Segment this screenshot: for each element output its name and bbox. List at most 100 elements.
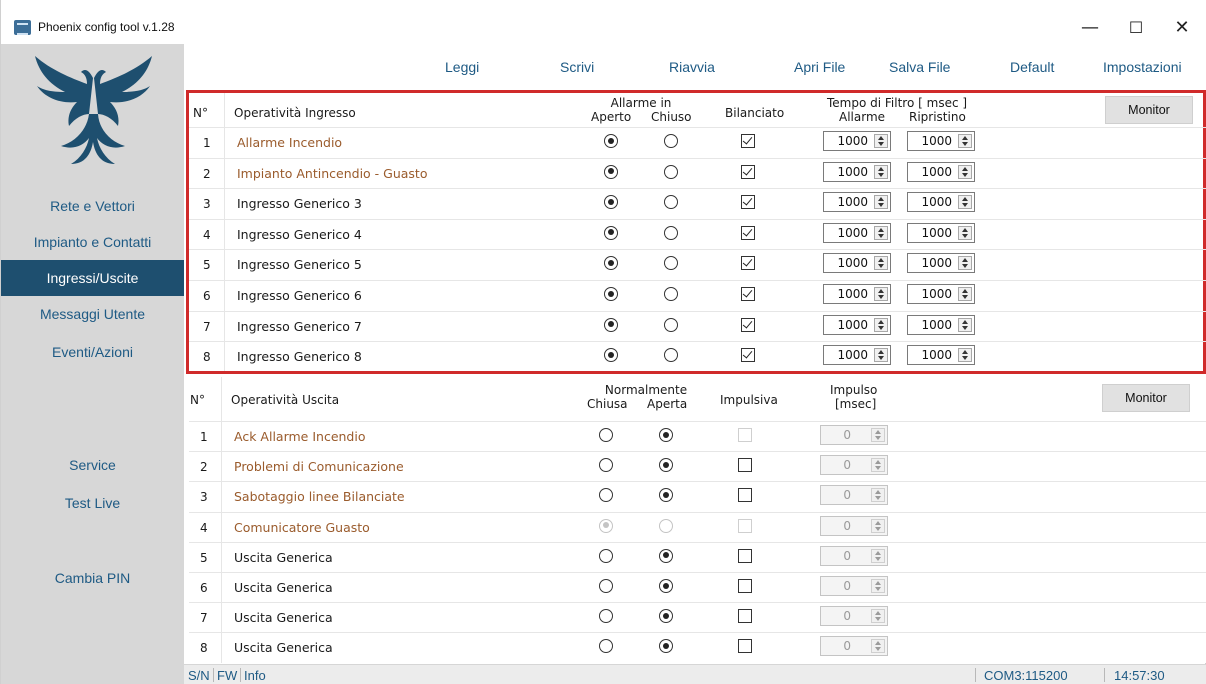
spinner-arrows-icon[interactable]: [874, 256, 888, 271]
filter-alarm-spinner[interactable]: 1000: [823, 131, 891, 151]
filter-restore-spinner[interactable]: 1000: [907, 253, 975, 274]
sidebar-item-service[interactable]: Service: [1, 447, 184, 483]
normally-open-radio[interactable]: [659, 579, 673, 593]
alarm-open-radio[interactable]: [604, 164, 618, 179]
balanced-checkbox[interactable]: [741, 164, 755, 179]
impulsive-checkbox[interactable]: [738, 609, 752, 624]
impulsive-checkbox[interactable]: [738, 488, 752, 503]
menu-apri-file[interactable]: Apri File: [794, 59, 845, 75]
normally-closed-radio[interactable]: [599, 548, 613, 563]
spinner-arrows-icon[interactable]: [958, 348, 972, 363]
sidebar-item-eventi-azioni[interactable]: Eventi/Azioni: [1, 334, 184, 370]
outputs-header-impulsiva: Impulsiva: [720, 393, 778, 407]
alarm-closed-radio[interactable]: [664, 225, 678, 240]
spinner-arrows-icon[interactable]: [958, 134, 972, 148]
filter-restore-spinner[interactable]: 1000: [907, 284, 975, 304]
menu-salva-file[interactable]: Salva File: [889, 59, 950, 75]
normally-closed-radio[interactable]: [599, 579, 613, 593]
balanced-checkbox[interactable]: [741, 225, 755, 240]
normally-open-radio[interactable]: [659, 428, 673, 442]
spinner-arrows-icon[interactable]: [958, 256, 972, 271]
impulsive-checkbox[interactable]: [738, 579, 752, 593]
alarm-closed-radio[interactable]: [664, 256, 678, 271]
sidebar-item-rete-vettori[interactable]: Rete e Vettori: [1, 188, 184, 224]
menu-riavvia[interactable]: Riavvia: [669, 59, 715, 75]
filter-restore-spinner[interactable]: 1000: [907, 192, 975, 213]
filter-alarm-spinner[interactable]: 1000: [823, 161, 891, 182]
alarm-closed-radio[interactable]: [664, 164, 678, 179]
alarm-closed-radio[interactable]: [664, 317, 678, 332]
alarm-open-radio[interactable]: [604, 317, 618, 332]
balanced-checkbox[interactable]: [741, 317, 755, 332]
input-row-label: Allarme Incendio: [237, 135, 343, 150]
normally-open-radio[interactable]: [659, 488, 673, 503]
alarm-open-radio[interactable]: [604, 225, 618, 240]
spinner-arrows-icon[interactable]: [958, 317, 972, 332]
impulsive-checkbox[interactable]: [738, 639, 752, 654]
balanced-checkbox[interactable]: [741, 134, 755, 148]
maximize-button[interactable]: ☐: [1113, 14, 1159, 42]
spinner-arrows-icon[interactable]: [874, 225, 888, 240]
normally-closed-radio[interactable]: [599, 488, 613, 503]
filter-alarm-spinner[interactable]: 1000: [823, 314, 891, 335]
spinner-arrows-icon[interactable]: [874, 348, 888, 363]
menu-impostazioni[interactable]: Impostazioni: [1103, 59, 1182, 75]
alarm-open-radio[interactable]: [604, 256, 618, 271]
inputs-monitor-button[interactable]: Monitor: [1105, 96, 1193, 124]
sidebar-item-cambia-pin[interactable]: Cambia PIN: [1, 560, 184, 596]
spinner-arrows-icon[interactable]: [958, 164, 972, 179]
filter-alarm-spinner[interactable]: 1000: [823, 222, 891, 243]
spinner-arrows-icon[interactable]: [874, 317, 888, 332]
balanced-checkbox[interactable]: [741, 195, 755, 210]
impulsive-checkbox: [738, 428, 752, 442]
menu-default[interactable]: Default: [1010, 59, 1054, 75]
minimize-button[interactable]: —: [1067, 14, 1113, 42]
spinner-arrows-icon[interactable]: [958, 287, 972, 301]
alarm-open-radio[interactable]: [604, 348, 618, 363]
balanced-checkbox[interactable]: [741, 256, 755, 271]
alarm-closed-radio[interactable]: [664, 348, 678, 363]
spinner-arrows-icon[interactable]: [874, 195, 888, 210]
spinner-arrows-icon[interactable]: [874, 164, 888, 179]
normally-closed-radio[interactable]: [599, 609, 613, 624]
normally-open-radio[interactable]: [659, 609, 673, 624]
outputs-monitor-button[interactable]: Monitor: [1102, 384, 1190, 412]
filter-restore-spinner[interactable]: 1000: [907, 345, 975, 366]
normally-closed-radio[interactable]: [599, 428, 613, 442]
alarm-open-radio[interactable]: [604, 287, 618, 301]
impulsive-checkbox[interactable]: [738, 548, 752, 563]
impulsive-checkbox[interactable]: [738, 458, 752, 473]
filter-alarm-spinner[interactable]: 1000: [823, 192, 891, 213]
filter-restore-spinner[interactable]: 1000: [907, 314, 975, 335]
menu-scrivi[interactable]: Scrivi: [560, 59, 594, 75]
normally-open-radio[interactable]: [659, 458, 673, 473]
normally-open-radio[interactable]: [659, 548, 673, 563]
balanced-checkbox[interactable]: [741, 348, 755, 363]
filter-restore-spinner[interactable]: 1000: [907, 222, 975, 243]
alarm-open-radio[interactable]: [604, 195, 618, 210]
sidebar-item-messaggi-utente[interactable]: Messaggi Utente: [1, 296, 184, 332]
menu-leggi[interactable]: Leggi: [445, 59, 479, 75]
normally-open-radio[interactable]: [659, 639, 673, 654]
alarm-closed-radio[interactable]: [664, 287, 678, 301]
spinner-arrows-icon[interactable]: [874, 134, 888, 148]
alarm-closed-radio[interactable]: [664, 195, 678, 210]
normally-closed-radio[interactable]: [599, 639, 613, 654]
sidebar-item-impianto-contatti[interactable]: Impianto e Contatti: [1, 224, 184, 260]
filter-alarm-spinner[interactable]: 1000: [823, 253, 891, 274]
sidebar-item-test-live[interactable]: Test Live: [1, 485, 184, 521]
filter-restore-spinner[interactable]: 1000: [907, 131, 975, 151]
filter-alarm-spinner[interactable]: 1000: [823, 345, 891, 366]
balanced-checkbox[interactable]: [741, 287, 755, 301]
output-row-label: Sabotaggio linee Bilanciate: [234, 489, 405, 505]
alarm-open-radio[interactable]: [604, 134, 618, 148]
sidebar-item-ingressi-uscite[interactable]: Ingressi/Uscite: [1, 260, 184, 296]
alarm-closed-radio[interactable]: [664, 134, 678, 148]
filter-restore-spinner[interactable]: 1000: [907, 161, 975, 182]
normally-closed-radio[interactable]: [599, 458, 613, 473]
spinner-arrows-icon[interactable]: [958, 225, 972, 240]
close-button[interactable]: ✕: [1159, 14, 1205, 42]
filter-alarm-spinner[interactable]: 1000: [823, 284, 891, 304]
spinner-arrows-icon[interactable]: [874, 287, 888, 301]
spinner-arrows-icon[interactable]: [958, 195, 972, 210]
